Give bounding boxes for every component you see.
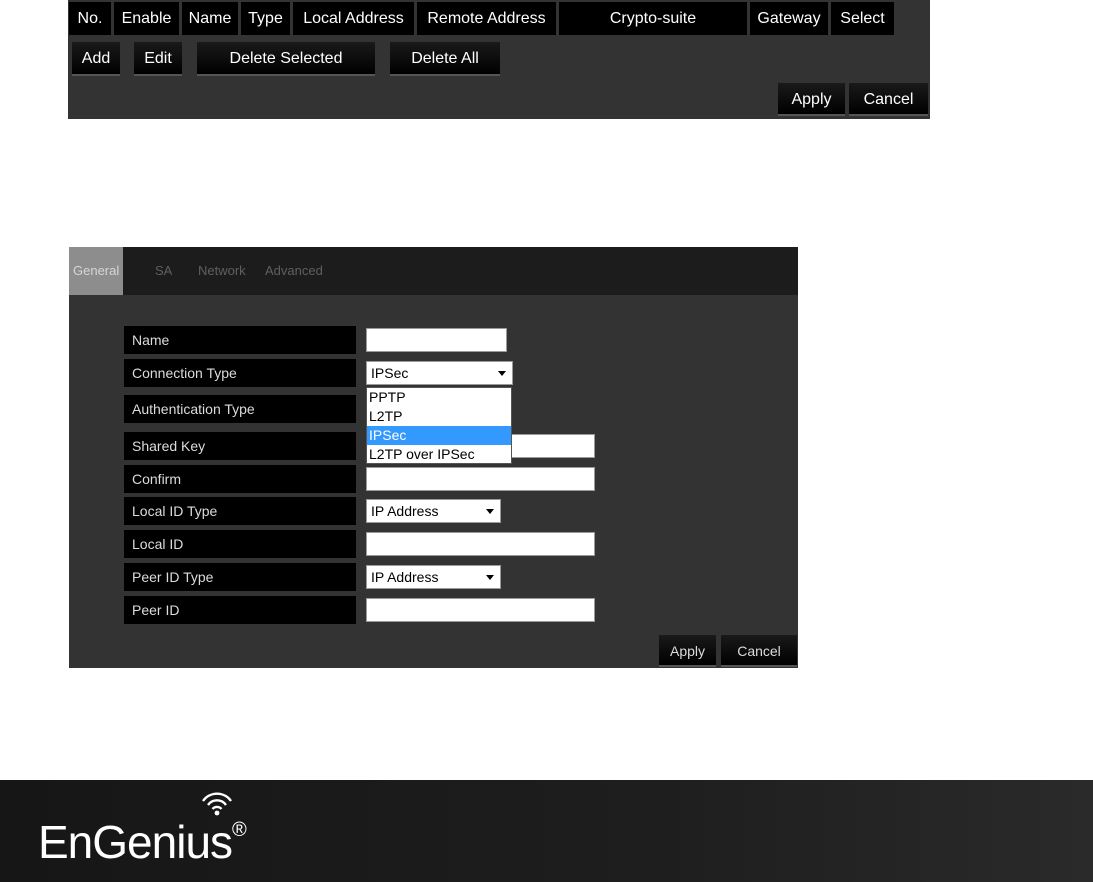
cancel-button[interactable]: Cancel [849,83,928,116]
chevron-down-icon [498,371,506,376]
column-header-enable: Enable [114,2,179,35]
peer-id-type-select[interactable]: IP Address [366,565,501,589]
peer-id-type-value: IP Address [371,569,439,585]
tab-general[interactable]: General [69,247,124,295]
column-header-crypto-suite: Crypto-suite [559,2,747,35]
tab-sa[interactable]: SA [155,247,172,295]
column-header-no: No. [69,2,111,35]
local-id-type-label: Local ID Type [124,497,356,525]
option-l2tp-over-ipsec[interactable]: L2TP over IPSec [367,445,511,464]
confirm-label: Confirm [124,465,356,493]
shared-key-label: Shared Key [124,432,356,460]
column-header-type: Type [241,2,290,35]
column-header-gateway: Gateway [750,2,828,35]
tab-network[interactable]: Network [198,247,246,295]
name-input[interactable] [366,328,507,352]
apply-button[interactable]: Apply [778,83,845,116]
authentication-type-label: Authentication Type [124,395,356,423]
confirm-input[interactable] [366,467,595,491]
option-pptp[interactable]: PPTP [367,388,511,407]
tab-advanced[interactable]: Advanced [265,247,323,295]
form-cancel-button[interactable]: Cancel [721,635,797,667]
form-apply-button[interactable]: Apply [659,635,716,667]
peer-id-label: Peer ID [124,596,356,624]
brand-text-part2: us [185,816,233,868]
edit-button[interactable]: Edit [134,42,182,76]
column-header-name: Name [182,2,238,35]
connection-type-dropdown-list: PPTP L2TP IPSec L2TP over IPSec [366,387,512,464]
page: No. Enable Name Type Local Address Remot… [0,0,1093,882]
chevron-down-icon [486,575,494,580]
connection-type-label: Connection Type [124,359,356,387]
local-id-label: Local ID [124,530,356,558]
peer-id-input[interactable] [366,598,595,622]
connection-type-select[interactable]: IPSec [366,361,513,385]
engenius-logo: EnGenius® [38,792,247,875]
delete-selected-button[interactable]: Delete Selected [197,42,375,76]
local-id-type-select[interactable]: IP Address [366,499,501,523]
vpn-list-panel: No. Enable Name Type Local Address Remot… [68,0,930,119]
add-button[interactable]: Add [72,42,120,76]
column-header-remote-address: Remote Address [417,2,556,35]
connection-type-value: IPSec [371,365,409,381]
option-l2tp[interactable]: L2TP [367,407,511,426]
name-label: Name [124,326,356,354]
brand-text-part1: EnGen [38,816,177,868]
column-header-local-address: Local Address [293,2,414,35]
peer-id-type-label: Peer ID Type [124,563,356,591]
column-header-select: Select [831,2,894,35]
chevron-down-icon [486,509,494,514]
local-id-input[interactable] [366,532,595,556]
footer-banner: EnGenius® [0,780,1093,882]
tab-bar: General SA Network Advanced [69,247,798,295]
local-id-type-value: IP Address [371,503,439,519]
registered-mark: ® [232,819,247,841]
delete-all-button[interactable]: Delete All [390,42,500,76]
wifi-signal-icon [202,792,232,816]
ipsec-config-panel: General SA Network Advanced Name Connect… [69,247,798,668]
option-ipsec[interactable]: IPSec [367,426,511,445]
